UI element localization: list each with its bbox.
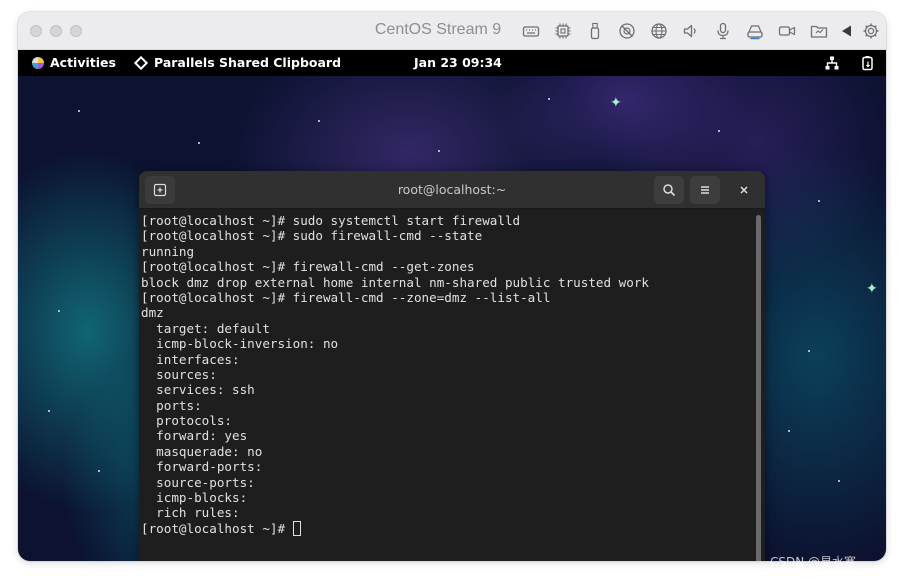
star-decoration	[438, 150, 440, 152]
vm-window-title: CentOS Stream 9	[374, 21, 502, 38]
star-decoration	[98, 470, 100, 472]
vm-window: CentOS Stream 9 Activities Parallels Sha…	[18, 12, 886, 561]
star-decoration	[548, 98, 550, 100]
sparkle-decoration: ✦	[866, 281, 878, 297]
printer-icon[interactable]	[746, 22, 764, 40]
terminal-line: [root@localhost ~]# sudo systemctl start…	[141, 213, 521, 228]
terminal-line: [root@localhost ~]# firewall-cmd --zone=…	[141, 289, 551, 305]
clock[interactable]: Jan 23 09:34	[414, 55, 502, 70]
text-cursor	[292, 520, 301, 536]
terminal-line: protocols:	[141, 413, 240, 429]
star-decoration	[48, 410, 50, 412]
terminal-line: sources:	[141, 366, 225, 382]
star-decoration	[818, 200, 820, 202]
star-decoration	[58, 310, 60, 312]
network-tray-icon[interactable]	[824, 55, 840, 71]
terminal-line: icmp-blocks:	[141, 490, 255, 506]
terminal-line: masquerade: no	[141, 443, 263, 459]
terminal-line: icmp-block-inversion: no	[141, 336, 339, 352]
vm-titlebar: CentOS Stream 9	[18, 12, 886, 50]
power-icon[interactable]	[860, 55, 876, 71]
terminal-line: forward: yes	[141, 428, 248, 444]
terminal-headerbar: root@localhost:~	[139, 171, 765, 209]
usb-icon[interactable]	[586, 22, 604, 40]
search-button[interactable]	[654, 176, 684, 204]
terminal-window[interactable]: root@localhost:~ [root@localhost ~]# sud…	[139, 171, 765, 561]
terminal-line: interfaces:	[141, 351, 248, 367]
no-camera-icon[interactable]	[618, 22, 636, 40]
app-menu-label: Parallels Shared Clipboard	[154, 55, 342, 70]
terminal-line: forward-ports:	[141, 459, 270, 475]
clipboard-diamond-icon	[133, 55, 149, 70]
prompt-text: [root@localhost ~]#	[141, 520, 293, 536]
star-decoration	[808, 350, 810, 352]
gnome-top-bar: Activities Parallels Shared Clipboard Ja…	[18, 50, 886, 76]
star-decoration	[78, 110, 80, 112]
close-icon	[740, 186, 748, 194]
terminal-line: ports:	[141, 397, 210, 413]
page: CentOS Stream 9 Activities Parallels Sha…	[0, 0, 904, 579]
star-decoration	[788, 430, 790, 432]
speaker-icon[interactable]	[682, 22, 700, 40]
terminal-line: [root@localhost ~]# sudo firewall-cmd --…	[141, 228, 483, 244]
search-icon	[663, 184, 676, 197]
star-decoration	[318, 120, 320, 122]
terminal-line: [root@localhost ~]# firewall-cmd --get-z…	[141, 259, 475, 275]
terminal-line: services: ssh	[141, 382, 255, 398]
terminal-line: running	[141, 243, 195, 259]
activities-icon	[32, 56, 44, 69]
shared-clipboard-app-menu[interactable]: Parallels Shared Clipboard	[133, 55, 342, 70]
activities-label: Activities	[50, 55, 116, 70]
camera-icon[interactable]	[778, 22, 796, 40]
star-decoration	[838, 480, 840, 482]
back-arrow-icon[interactable]	[838, 22, 856, 40]
terminal-title: root@localhost:~	[397, 182, 507, 197]
zoom-window-button[interactable]	[70, 25, 82, 37]
watermark: CSDN @易水寒	[770, 555, 857, 569]
terminal-scrollbar[interactable]	[756, 215, 761, 561]
cpu-icon[interactable]	[554, 22, 572, 40]
star-decoration	[198, 142, 200, 144]
terminal-line: rich rules:	[141, 505, 248, 521]
microphone-icon[interactable]	[714, 22, 732, 40]
keyboard-icon[interactable]	[522, 22, 540, 40]
terminal-line: source-ports:	[141, 474, 263, 490]
terminal-line: target: default	[141, 320, 270, 336]
terminal-output[interactable]: [root@localhost ~]# sudo systemctl start…	[139, 209, 765, 561]
new-tab-button[interactable]	[145, 176, 175, 204]
terminal-prompt-line[interactable]: [root@localhost ~]#	[141, 520, 763, 536]
terminal-line: block dmz drop external home internal nm…	[141, 274, 649, 290]
minimize-window-button[interactable]	[50, 25, 62, 37]
menu-button[interactable]	[690, 176, 720, 204]
hamburger-icon	[701, 186, 709, 194]
sparkle-decoration: ✦	[610, 95, 622, 111]
new-tab-icon	[153, 183, 167, 197]
network-icon[interactable]	[650, 22, 668, 40]
activities-button[interactable]: Activities	[32, 55, 116, 70]
terminal-line: dmz	[141, 305, 164, 321]
close-window-button[interactable]	[30, 25, 42, 37]
terminal-close-button[interactable]	[729, 176, 759, 204]
gnome-desktop[interactable]: Activities Parallels Shared Clipboard Ja…	[18, 50, 886, 561]
gear-icon[interactable]	[862, 22, 880, 40]
shared-folder-icon[interactable]	[810, 22, 828, 40]
star-decoration	[718, 130, 720, 132]
